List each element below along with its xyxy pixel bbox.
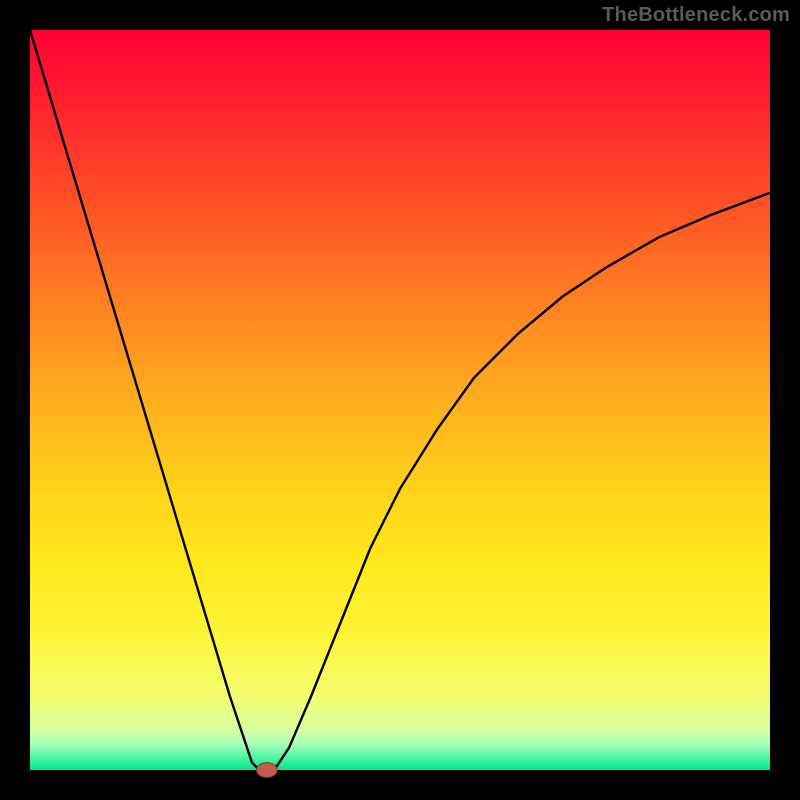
optimal-point-marker — [256, 763, 277, 778]
chart-frame: TheBottleneck.com — [0, 0, 800, 800]
bottleneck-chart — [0, 0, 800, 800]
